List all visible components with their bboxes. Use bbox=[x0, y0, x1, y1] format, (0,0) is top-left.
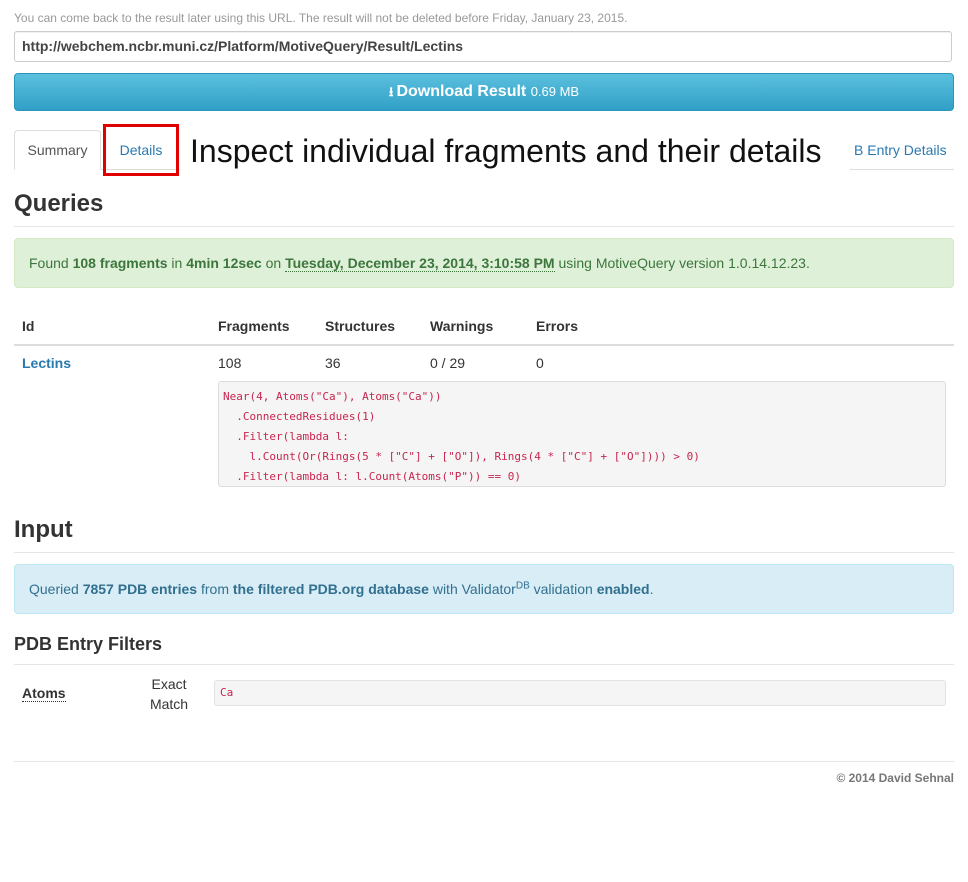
query-code-block: Near(4, Atoms("Ca"), Atoms("Ca")) .Conne… bbox=[218, 381, 946, 487]
validator-sup: DB bbox=[515, 580, 530, 592]
footer-rule bbox=[14, 761, 954, 762]
summary-text: in bbox=[171, 255, 183, 271]
divider bbox=[14, 552, 954, 553]
download-result-button[interactable]: ⭳ Download Result 0.69 MB bbox=[14, 73, 954, 111]
structures-value: 36 bbox=[325, 355, 341, 371]
input-info-alert: Queried 7857 PDB entries from the filter… bbox=[14, 564, 954, 614]
tab-entry-details[interactable]: B Entry Details bbox=[846, 130, 954, 170]
download-icon: ⭳ bbox=[388, 84, 394, 99]
summary-text: on bbox=[265, 255, 282, 271]
errors-value: 0 bbox=[536, 355, 544, 371]
info-text: . bbox=[649, 581, 654, 597]
query-id-link[interactable]: Lectins bbox=[22, 355, 71, 371]
divider bbox=[14, 664, 954, 665]
table-header-rule bbox=[14, 344, 954, 346]
column-header-structures: Structures bbox=[325, 318, 396, 334]
result-url-field[interactable]: http://webchem.ncbr.muni.cz/Platform/Mot… bbox=[14, 31, 952, 62]
filter-label: Atoms bbox=[22, 685, 66, 702]
filters-heading: PDB Entry Filters bbox=[14, 634, 163, 654]
download-label: Download Result bbox=[396, 83, 527, 100]
footer-copyright: © 2014 David Sehnal bbox=[836, 771, 954, 785]
fragment-count: 108 fragments bbox=[72, 255, 168, 271]
input-heading: Input bbox=[14, 516, 73, 543]
column-header-id: Id bbox=[22, 318, 35, 334]
retention-notice: You can come back to the result later us… bbox=[14, 11, 628, 25]
column-header-fragments: Fragments bbox=[218, 318, 290, 334]
filter-value: Ca bbox=[214, 680, 946, 706]
code-line: Near(4, Atoms("Ca"), Atoms("Ca")) bbox=[223, 390, 442, 403]
warnings-value: 0 / 29 bbox=[430, 355, 466, 371]
run-date: Tuesday, December 23, 2014, 3:10:58 PM bbox=[285, 255, 555, 272]
summary-text: Found bbox=[29, 255, 69, 271]
filter-mode: Exact Match bbox=[140, 674, 198, 714]
download-size: 0.69 MB bbox=[530, 84, 580, 99]
filter-mode-line: Exact bbox=[151, 676, 187, 692]
annotation-callout: Inspect individual fragments and their d… bbox=[180, 128, 850, 174]
divider bbox=[14, 226, 954, 227]
column-header-errors: Errors bbox=[536, 318, 579, 334]
tab-summary[interactable]: Summary bbox=[14, 130, 101, 170]
validation-state: enabled bbox=[596, 581, 650, 597]
summary-text: using MotiveQuery version 1.0.14.12.23. bbox=[558, 255, 810, 271]
entry-count: 7857 PDB entries bbox=[82, 581, 198, 597]
elapsed-time: 4min 12sec bbox=[186, 255, 262, 271]
info-text: Queried bbox=[29, 581, 79, 597]
filter-mode-line: Match bbox=[149, 696, 189, 712]
info-text: with Validator bbox=[432, 581, 516, 597]
code-line: l.Count(Or(Rings(5 * ["C"] + ["O"]), Rin… bbox=[223, 450, 700, 463]
query-summary-alert: Found 108 fragments in 4min 12sec on Tue… bbox=[14, 238, 954, 288]
code-line: .Filter(lambda l: l.Count(Atoms("P")) ==… bbox=[223, 470, 522, 483]
tab-details[interactable]: Details bbox=[103, 124, 179, 176]
column-header-warnings: Warnings bbox=[430, 318, 494, 334]
info-text: from bbox=[201, 581, 229, 597]
database-source: the filtered PDB.org database bbox=[232, 581, 429, 597]
code-line: .Filter(lambda l: bbox=[223, 430, 349, 443]
fragments-value: 108 bbox=[218, 355, 242, 371]
info-text: validation bbox=[533, 581, 593, 597]
code-line: .ConnectedResidues(1) bbox=[223, 410, 376, 423]
queries-heading: Queries bbox=[14, 190, 104, 217]
